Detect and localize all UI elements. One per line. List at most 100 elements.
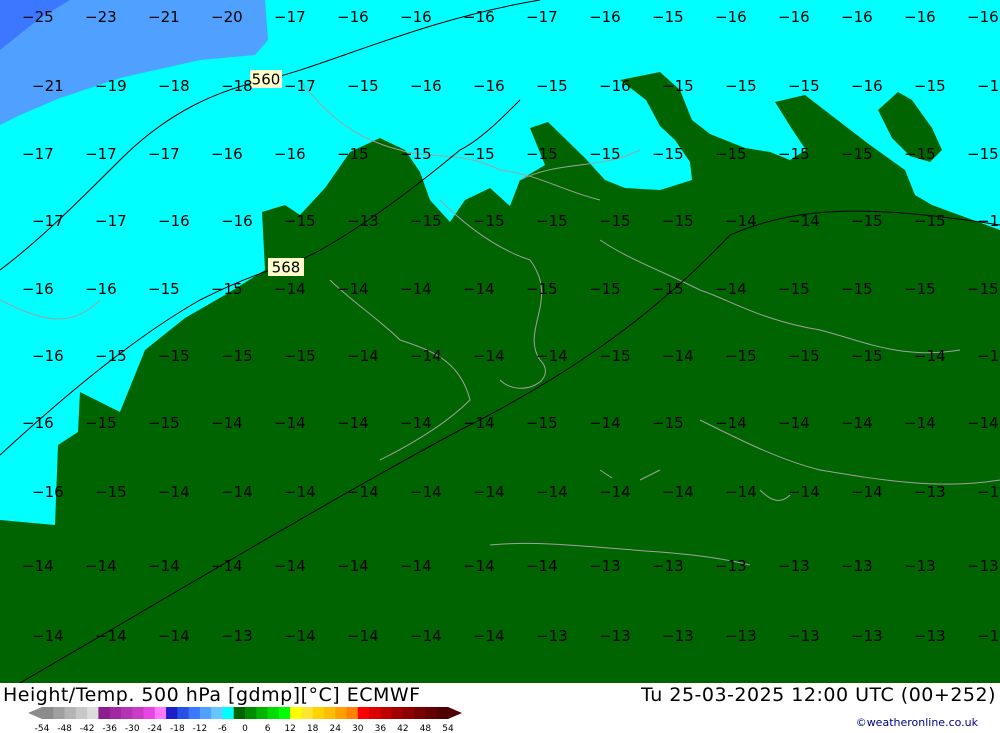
temperature-label: −14 [599, 483, 631, 501]
temperature-label: −14 [85, 557, 117, 575]
temperature-label: −15 [652, 280, 684, 298]
temperature-label: −23 [85, 8, 117, 26]
temperature-label: −14 [725, 212, 757, 230]
temperature-label: −15 [778, 145, 810, 163]
temperature-label: −15 [337, 145, 369, 163]
temperature-label: −14 [158, 483, 190, 501]
temperature-label: −16 [778, 8, 810, 26]
legend-swatch [414, 707, 426, 719]
legend-swatch [132, 707, 144, 719]
temperature-label: −16 [32, 347, 64, 365]
temperature-label: −13 [914, 627, 946, 645]
temperature-label: −15 [715, 145, 747, 163]
legend-swatch [369, 707, 381, 719]
temperature-label: −17 [284, 77, 316, 95]
temperature-label: −15 [851, 212, 883, 230]
legend-label: 24 [329, 724, 341, 733]
temperature-label: −14 [95, 627, 127, 645]
temperature-label: −14 [536, 483, 568, 501]
credit-link[interactable]: ©weatheronline.co.uk [856, 716, 978, 729]
temperature-label: −16 [337, 8, 369, 26]
temperature-label: −15 [400, 145, 432, 163]
legend-swatch [98, 707, 111, 719]
temperature-label: −14 [715, 414, 747, 432]
temperature-label: −16 [85, 280, 117, 298]
legend-swatch [42, 707, 54, 719]
color-legend: -54 -48 -42 -36 -30 -24 -18 -12 -6 0 6 12 18 24 30 36 42… [28, 707, 462, 733]
legend-swatch [357, 707, 370, 719]
temperature-label: −15 [526, 280, 558, 298]
temperature-label: −16 [211, 145, 243, 163]
contour-label: 568 [272, 259, 301, 277]
temperature-label: −17 [148, 145, 180, 163]
legend-label: 12 [284, 724, 295, 733]
temperature-label: −15 [599, 347, 631, 365]
temperature-label: −14 [662, 483, 694, 501]
legend-label: -24 [147, 724, 162, 733]
legend-swatch [211, 707, 223, 719]
temperature-label: −15 [347, 77, 379, 95]
legend-label: 30 [352, 724, 364, 733]
legend-swatch [245, 707, 257, 719]
temperature-label: −14 [410, 483, 442, 501]
map-title: Height/Temp. 500 hPa [gdmp][°C] ECMWF [3, 684, 421, 706]
temperature-label: −14 [463, 414, 495, 432]
temperature-label: −14 [914, 347, 946, 365]
legend-swatch [290, 707, 302, 719]
temperature-label: −14 [473, 627, 505, 645]
temperature-label: −21 [148, 8, 180, 26]
legend-swatch [323, 707, 336, 719]
legend-swatch [380, 707, 393, 719]
temperature-label: −14 [22, 557, 54, 575]
legend-swatch [335, 707, 347, 719]
temperature-label: −14 [337, 557, 369, 575]
temperature-label: −14 [284, 627, 316, 645]
temperature-label: −13 [788, 627, 820, 645]
temperature-label: −15 [778, 280, 810, 298]
legend-swatch [278, 707, 291, 719]
temperature-label: −15 [914, 77, 946, 95]
legend-swatch [64, 707, 77, 719]
temperature-label: −14 [211, 414, 243, 432]
temperature-label: −15 [95, 347, 127, 365]
temperature-label: −25 [22, 8, 54, 26]
legend-label: 42 [397, 724, 408, 733]
temperature-label: −13 [778, 557, 810, 575]
temperature-label: −14 [662, 347, 694, 365]
temperature-label: −14 [589, 414, 621, 432]
temperature-label: −14 [284, 483, 316, 501]
temperature-label: −15 [526, 145, 558, 163]
legend-swatch [120, 707, 133, 719]
temperature-label: −16 [599, 77, 631, 95]
legend-label: 6 [265, 724, 271, 733]
temperature-label: −15 [463, 145, 495, 163]
temperature-label: −14 [337, 280, 369, 298]
temperature-label: −13 [841, 557, 873, 575]
temperature-label: −15 [977, 347, 1000, 365]
legend-label: 48 [420, 724, 432, 733]
temperature-label: −13 [599, 627, 631, 645]
temperature-label: −15 [725, 77, 757, 95]
legend-swatch [312, 707, 325, 719]
temperature-label: −13 [977, 483, 1000, 501]
legend-arrow-left [28, 707, 42, 719]
temperature-label: −21 [32, 77, 64, 95]
temperature-label: −13 [347, 212, 379, 230]
temperature-label: −19 [95, 77, 127, 95]
legend-label: -36 [102, 724, 117, 733]
temperature-label: −16 [274, 145, 306, 163]
temperature-label: −15 [473, 212, 505, 230]
temperature-label: −15 [85, 414, 117, 432]
temperature-label: −14 [788, 212, 820, 230]
temperature-label: −13 [652, 557, 684, 575]
temperature-label: −16 [904, 8, 936, 26]
legend-swatch [53, 707, 66, 719]
temperature-label: −13 [536, 627, 568, 645]
temperature-label: −15 [284, 212, 316, 230]
temperature-label: −15 [967, 280, 999, 298]
temperature-label: −14 [526, 557, 558, 575]
temperature-label: −15 [841, 145, 873, 163]
legend-swatch [177, 707, 190, 719]
temperature-label: −15 [967, 145, 999, 163]
temperature-label: −16 [841, 8, 873, 26]
